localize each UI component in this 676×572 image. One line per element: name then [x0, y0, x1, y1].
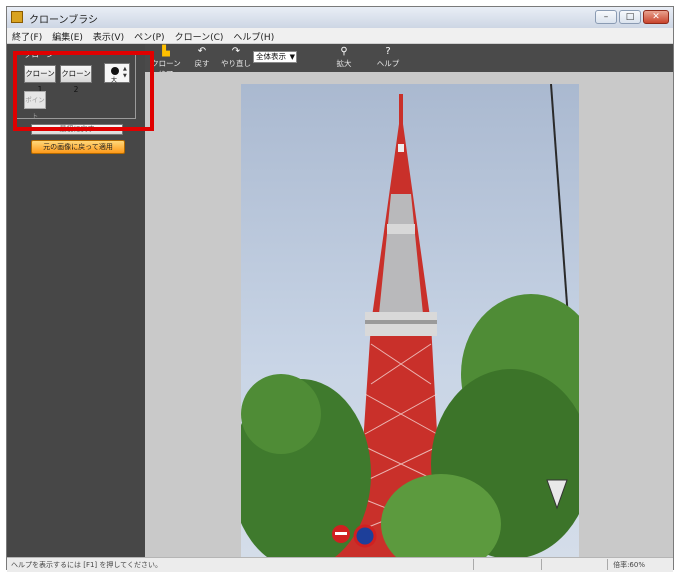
zoom-tool[interactable]: ⚲ 拡大: [327, 46, 361, 69]
redo-tool[interactable]: ↷ やり直し: [219, 46, 253, 69]
minimize-button[interactable]: –: [595, 10, 617, 24]
undo-tool[interactable]: ↶ 戻す: [185, 46, 219, 69]
apply-button[interactable]: 元の画像に戻って適用: [31, 140, 125, 154]
window-title: クローンブラシ: [29, 15, 98, 26]
menu-view[interactable]: 表示(V): [88, 28, 129, 43]
app-window: クローンブラシ – □ ✕ 終了(F) 編集(E) 表示(V) ペン(P) クロ…: [6, 6, 674, 572]
close-button[interactable]: ✕: [643, 10, 669, 24]
view-mode-value: 全体表示: [256, 52, 286, 61]
image-canvas-area: [145, 72, 673, 558]
redo-label: やり直し: [221, 59, 251, 68]
chevron-down-icon: ▼: [289, 53, 295, 61]
undo-label: 戻す: [194, 59, 210, 68]
toolbar: ▙ クローン終了 ↶ 戻す ↷ やり直し 全体表示 ▼ ⚲ 拡大 ? ヘルプ: [145, 44, 673, 79]
menu-edit[interactable]: 編集(E): [47, 28, 88, 43]
help-icon: ?: [385, 46, 391, 57]
title-bar: クローンブラシ – □ ✕: [7, 7, 673, 29]
status-bar: ヘルプを表示するには [F1] を押してください。 倍率:60%: [7, 557, 673, 572]
undo-icon: ↶: [197, 46, 207, 57]
menu-pen[interactable]: ペン(P): [129, 28, 169, 43]
view-mode-select[interactable]: 全体表示 ▼: [253, 51, 297, 63]
status-divider: [607, 559, 608, 570]
help-label: ヘルプ: [376, 59, 400, 68]
status-message: ヘルプを表示するには [F1] を押してください。: [11, 561, 162, 569]
help-tool[interactable]: ? ヘルプ: [371, 46, 405, 69]
maximize-button[interactable]: □: [619, 10, 641, 24]
menu-bar: 終了(F) 編集(E) 表示(V) ペン(P) クローン(C) ヘルプ(H): [7, 28, 673, 44]
clone-panel-highlight: [13, 51, 154, 131]
redo-icon: ↷: [231, 46, 241, 57]
zoom-readout: 倍率:60%: [613, 561, 645, 569]
photo-image: [241, 84, 579, 558]
menu-clone[interactable]: クローン(C): [170, 28, 229, 43]
zoom-label: 拡大: [336, 59, 352, 68]
app-icon: [11, 11, 23, 23]
status-divider: [541, 559, 542, 570]
menu-help[interactable]: ヘルプ(H): [228, 28, 279, 43]
menu-file[interactable]: 終了(F): [7, 28, 47, 43]
tokyo-tower-photo[interactable]: [241, 84, 579, 558]
magnifier-icon: ⚲: [340, 46, 348, 57]
status-divider: [473, 559, 474, 570]
clone-end-icon: ▙: [162, 46, 170, 57]
